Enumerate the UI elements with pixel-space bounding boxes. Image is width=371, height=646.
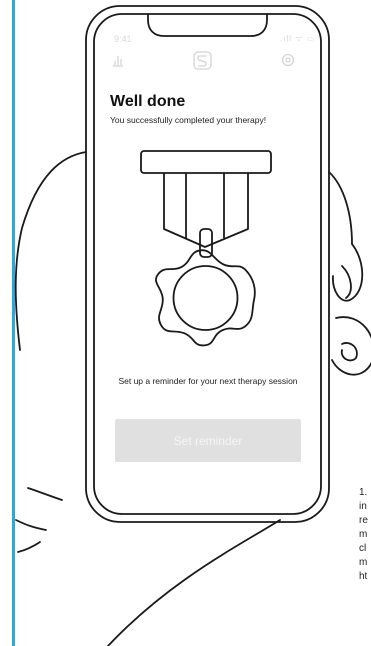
page-title: Well done <box>110 93 186 110</box>
phone-notch <box>147 14 268 37</box>
page: 9:41 .ıll ᯤ ▭ Well done You successfully… <box>0 0 371 646</box>
status-time: 9:41 <box>114 34 132 44</box>
hand-outline-bottom <box>107 519 281 646</box>
page-subtitle: You successfully completed your therapy! <box>110 115 267 125</box>
app-logo-icon <box>193 51 212 70</box>
fingernail-1 <box>341 265 352 299</box>
medal-bar <box>140 150 272 174</box>
phone-in-hand-illustration <box>14 5 371 646</box>
fingernail-2 <box>340 342 358 362</box>
hand-line-1 <box>27 487 63 501</box>
medal-inner-circle <box>172 265 239 331</box>
finger-outline-1 <box>328 171 353 245</box>
side-note-text: 1. in re m cl m ht <box>359 487 368 582</box>
settings-icon[interactable] <box>281 53 295 67</box>
medal-badge <box>155 249 256 347</box>
finger-outline-3 <box>331 316 371 376</box>
status-indicators: .ıll ᯤ ▭ <box>280 34 316 43</box>
hand-outline-left <box>14 151 87 351</box>
medal-ribbon <box>163 173 249 248</box>
bar-chart-icon[interactable] <box>113 56 123 67</box>
reminder-prompt: Set up a reminder for your next therapy … <box>118 376 298 386</box>
hand-line-3 <box>17 541 41 553</box>
hand-line-2 <box>15 519 47 531</box>
set-reminder-button[interactable]: Set reminder <box>115 419 301 462</box>
medal-icon <box>140 150 272 347</box>
